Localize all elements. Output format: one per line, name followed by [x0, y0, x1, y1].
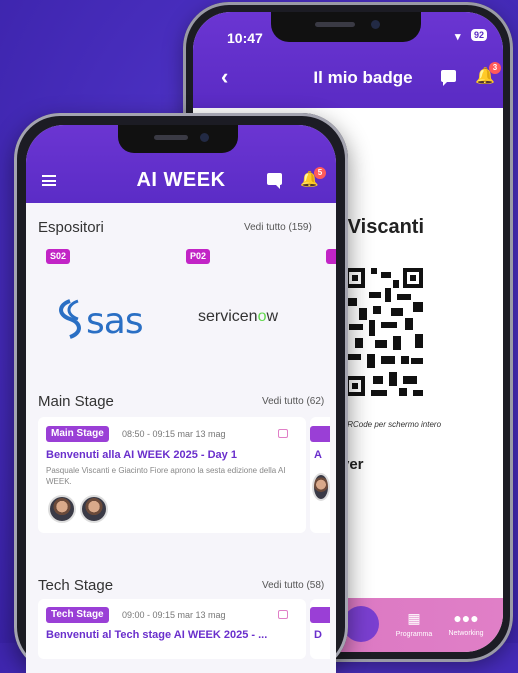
- booth-code: P02: [186, 249, 211, 264]
- session-card[interactable]: Main Stage 08:50 - 09:15 mar 13 mag Benv…: [38, 417, 306, 533]
- session-title: Benvenuti al Tech stage AI WEEK 2025 - .…: [46, 629, 268, 641]
- tab-label: Networking: [448, 630, 484, 637]
- tab-label: Programma: [395, 631, 433, 638]
- sas-logo[interactable]: sas: [56, 295, 174, 353]
- phone-notch: [271, 12, 421, 42]
- back-arrow-icon[interactable]: ‹: [221, 64, 228, 90]
- qr-tab-button[interactable]: [343, 606, 379, 642]
- session-time: 09:00 - 09:15 mar 13 mag: [122, 610, 226, 620]
- stage-badge-peek: [310, 607, 330, 623]
- see-all-exhibitors[interactable]: Vedi tutto (159): [244, 222, 312, 233]
- stage-badge: Main Stage: [46, 426, 109, 442]
- booth-code-peek: [326, 249, 336, 264]
- chat-icon[interactable]: [267, 173, 282, 189]
- app-header: AI WEEK 🔔 5: [26, 125, 336, 203]
- see-all-main-stage[interactable]: Vedi tutto (62): [262, 396, 324, 407]
- session-description: Pasquale Viscanti e Giacinto Fiore apron…: [46, 466, 286, 486]
- calendar-add-icon[interactable]: [278, 610, 288, 619]
- servicenow-logo[interactable]: servicenow: [198, 308, 278, 326]
- page-title: Il mio badge: [313, 68, 413, 87]
- stage-badge-peek: [310, 426, 330, 442]
- peek-title: D: [314, 629, 322, 641]
- session-time: 08:50 - 09:15 mar 13 mag: [122, 429, 226, 439]
- badge-header: 10:47 ▾ 92 ‹ Il mio badge 🔔 3: [193, 12, 503, 108]
- calendar-add-icon[interactable]: [278, 429, 288, 438]
- qr-code[interactable]: [345, 258, 425, 408]
- speaker-avatar[interactable]: [48, 495, 76, 523]
- people-icon: ●●●: [453, 610, 479, 626]
- section-title-exhibitors: Espositori: [38, 219, 104, 236]
- see-all-tech-stage[interactable]: Vedi tutto (58): [262, 580, 324, 591]
- notification-badge: 3: [489, 62, 501, 74]
- calendar-icon: ▦: [407, 610, 421, 626]
- speaker-avatar[interactable]: [80, 495, 108, 523]
- section-title-main-stage: Main Stage: [38, 393, 114, 410]
- session-card[interactable]: Tech Stage 09:00 - 09:15 mar 13 mag Benv…: [38, 599, 306, 659]
- section-title-tech-stage: Tech Stage: [38, 577, 114, 594]
- front-phone-screen: AI WEEK 🔔 5 Espositori Vedi tutto (159) …: [26, 125, 336, 673]
- tab-networking[interactable]: ●●● Networking: [441, 610, 491, 637]
- qr-caption: QRCode per schermo intero: [341, 420, 442, 429]
- menu-icon[interactable]: [42, 175, 56, 186]
- wifi-icon: ▾: [455, 31, 461, 43]
- battery-indicator: 92: [471, 29, 488, 41]
- app-title: AI WEEK: [136, 169, 226, 191]
- svg-text:sas: sas: [86, 301, 143, 342]
- session-title: Benvenuti alla AI WEEK 2025 - Day 1: [46, 449, 237, 461]
- front-phone: AI WEEK 🔔 5 Espositori Vedi tutto (159) …: [14, 113, 348, 673]
- next-card-peek[interactable]: A: [310, 417, 330, 533]
- notification-badge: 5: [314, 167, 326, 179]
- chat-icon[interactable]: [441, 70, 456, 86]
- status-time: 10:47: [227, 30, 263, 46]
- speaker-avatar: [312, 473, 330, 501]
- next-card-peek[interactable]: D: [310, 599, 330, 659]
- stage-badge: Tech Stage: [46, 607, 109, 623]
- tab-programma[interactable]: ▦ Programma: [389, 610, 439, 638]
- booth-code: S02: [46, 249, 71, 264]
- peek-title: A: [314, 449, 322, 461]
- phone-notch: [118, 125, 238, 153]
